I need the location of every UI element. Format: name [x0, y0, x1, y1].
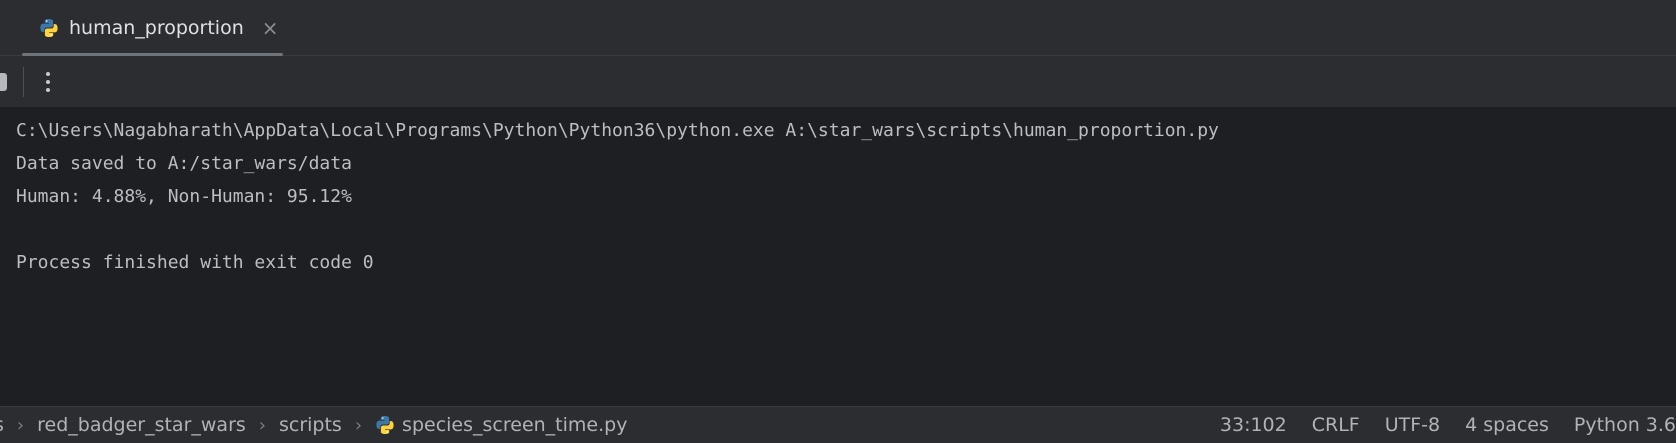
python-file-icon — [376, 416, 394, 434]
python-file-icon — [40, 19, 58, 37]
tab-human-proportion[interactable]: human_proportion × — [22, 0, 283, 56]
chevron-right-icon: › — [16, 414, 25, 436]
console-line: C:\Users\Nagabharath\AppData\Local\Progr… — [16, 120, 1219, 141]
breadcrumb-item-scripts[interactable]: scripts — [279, 414, 342, 436]
encoding-selector[interactable]: UTF-8 — [1385, 414, 1440, 436]
tab-label: human_proportion — [69, 17, 244, 39]
breadcrumb-item-file[interactable]: species_screen_time.py — [375, 414, 627, 436]
breadcrumb-file-label: species_screen_time.py — [402, 414, 628, 436]
toolbar-separator — [23, 67, 24, 97]
console-line: Process finished with exit code 0 — [16, 252, 374, 273]
close-icon[interactable]: × — [262, 18, 279, 38]
stop-icon[interactable] — [0, 73, 7, 91]
breadcrumb-item[interactable]: s — [0, 414, 4, 436]
console-toolbar — [0, 56, 1676, 108]
breadcrumb-item-project[interactable]: red_badger_star_wars — [37, 414, 246, 436]
caret-position[interactable]: 33:102 — [1220, 414, 1287, 436]
console-line: Data saved to A:/star_wars/data — [16, 153, 352, 174]
line-ending-selector[interactable]: CRLF — [1312, 414, 1360, 436]
status-widgets: 33:102 CRLF UTF-8 4 spaces Python 3.6 — [1195, 407, 1676, 443]
status-bar: s › red_badger_star_wars › scripts › spe… — [0, 406, 1676, 443]
interpreter-selector[interactable]: Python 3.6 — [1574, 414, 1676, 436]
more-options-icon[interactable] — [36, 66, 60, 98]
indent-selector[interactable]: 4 spaces — [1465, 414, 1549, 436]
console-line: Human: 4.88%, Non-Human: 95.12% — [16, 186, 352, 207]
chevron-right-icon: › — [354, 414, 363, 436]
console-output[interactable]: C:\Users\Nagabharath\AppData\Local\Progr… — [0, 108, 1676, 406]
tab-bar: human_proportion × — [0, 0, 1676, 56]
breadcrumb: s › red_badger_star_wars › scripts › spe… — [0, 407, 627, 443]
chevron-right-icon: › — [258, 414, 266, 436]
